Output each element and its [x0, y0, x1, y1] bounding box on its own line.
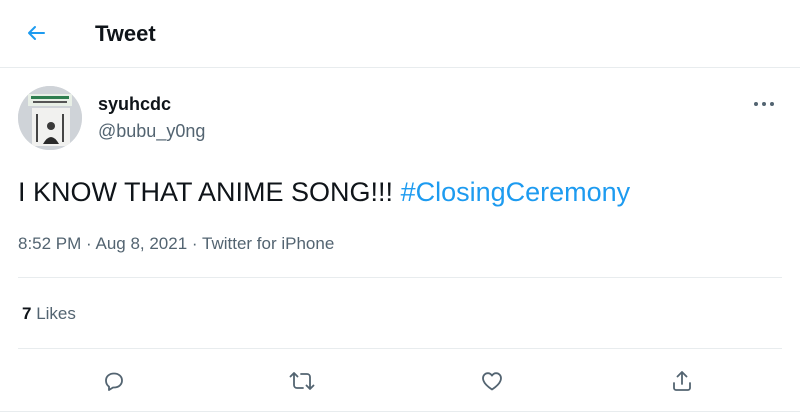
divider	[18, 277, 782, 278]
more-button[interactable]	[748, 92, 780, 116]
like-button[interactable]	[474, 364, 510, 398]
tweet-body: I KNOW THAT ANIME SONG!!!	[18, 177, 401, 207]
likes-label: Likes	[36, 304, 76, 323]
back-arrow-icon	[28, 26, 45, 40]
reply-button[interactable]	[96, 364, 132, 398]
retweet-icon	[289, 372, 315, 390]
user-handle[interactable]: @bubu_y0ng	[98, 120, 205, 142]
avatar-image	[18, 86, 82, 150]
reply-icon	[105, 372, 123, 391]
likes-count: 7	[22, 304, 32, 323]
display-name[interactable]: syuhcdc	[98, 93, 171, 115]
share-button[interactable]	[664, 364, 700, 398]
like-icon	[482, 372, 502, 391]
hashtag-link[interactable]: #ClosingCeremony	[401, 177, 631, 207]
back-button[interactable]	[18, 15, 54, 51]
tweet-time[interactable]: 8:52 PM	[18, 234, 81, 253]
tweet-meta: 8:52 PM · Aug 8, 2021 · Twitter for iPho…	[18, 234, 335, 253]
top-bar: Tweet	[0, 0, 800, 68]
more-icon	[754, 102, 774, 106]
page-title: Tweet	[95, 21, 156, 46]
tweet-date[interactable]: Aug 8, 2021	[95, 234, 187, 253]
likes-link[interactable]: 7 Likes	[22, 303, 76, 325]
divider	[18, 348, 782, 349]
divider	[0, 411, 800, 412]
avatar[interactable]	[18, 86, 82, 150]
tweet-text: I KNOW THAT ANIME SONG!!! #ClosingCeremo…	[18, 176, 630, 208]
share-icon	[673, 371, 691, 391]
retweet-button[interactable]	[284, 364, 320, 398]
tweet-source[interactable]: Twitter for iPhone	[202, 234, 334, 253]
